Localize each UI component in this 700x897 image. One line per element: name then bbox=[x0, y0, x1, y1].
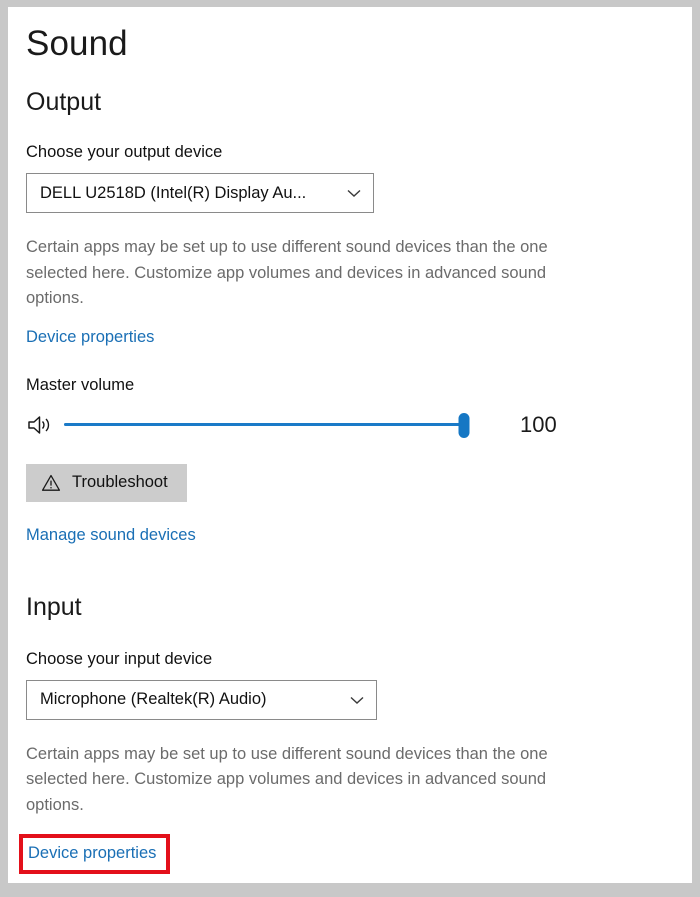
slider-fill bbox=[64, 423, 464, 427]
troubleshoot-button-label: Troubleshoot bbox=[72, 473, 168, 491]
troubleshoot-button[interactable]: Troubleshoot bbox=[26, 463, 187, 502]
input-device-select[interactable]: Microphone (Realtek(R) Audio) bbox=[26, 679, 377, 720]
master-volume-label: Master volume bbox=[26, 375, 135, 394]
input-description: Certain apps may be set up to use differ… bbox=[26, 744, 548, 814]
master-volume-slider[interactable] bbox=[64, 412, 470, 438]
sound-settings-page: Sound Output Choose your output device D… bbox=[8, 7, 692, 883]
speaker-volume-icon[interactable] bbox=[26, 412, 56, 438]
output-section-heading: Output bbox=[26, 88, 102, 116]
input-device-value: Microphone (Realtek(R) Audio) bbox=[40, 690, 267, 708]
chevron-down-icon bbox=[343, 182, 365, 204]
device-properties-highlight: Device properties bbox=[19, 834, 171, 874]
output-device-properties-link[interactable]: Device properties bbox=[26, 326, 154, 348]
warning-triangle-icon bbox=[41, 473, 61, 493]
output-description: Certain apps may be set up to use differ… bbox=[26, 238, 548, 307]
master-volume-value: 100 bbox=[520, 411, 557, 437]
chevron-down-icon bbox=[346, 689, 368, 711]
slider-thumb[interactable] bbox=[458, 412, 470, 438]
page-title: Sound bbox=[26, 24, 128, 63]
input-device-label: Choose your input device bbox=[26, 649, 213, 668]
output-device-label: Choose your output device bbox=[26, 143, 223, 161]
input-device-properties-link[interactable]: Device properties bbox=[28, 841, 156, 865]
output-device-value: DELL U2518D (Intel(R) Display Au... bbox=[40, 183, 307, 202]
manage-sound-devices-link[interactable]: Manage sound devices bbox=[26, 524, 196, 546]
settings-content: Sound Output Choose your output device D… bbox=[19, 7, 666, 874]
master-volume-row: 100 bbox=[26, 408, 666, 442]
settings-window-frame: Sound Output Choose your output device D… bbox=[0, 0, 700, 897]
input-section-heading: Input bbox=[26, 592, 82, 621]
output-device-select[interactable]: DELL U2518D (Intel(R) Display Au... bbox=[26, 173, 374, 213]
